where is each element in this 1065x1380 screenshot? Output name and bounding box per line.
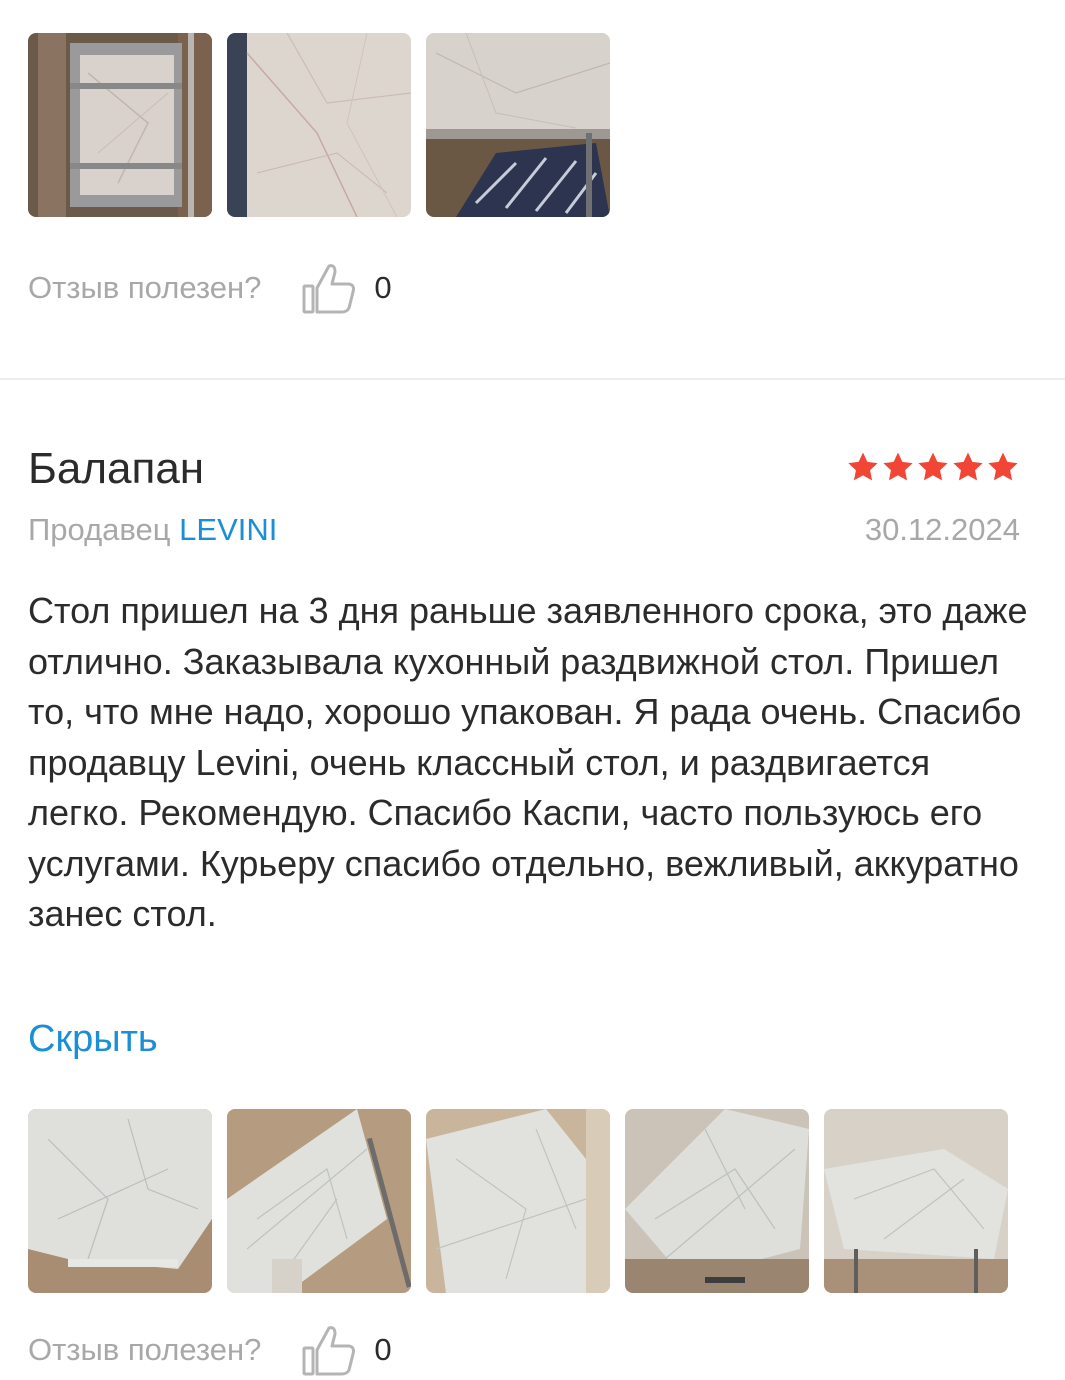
seller-link[interactable]: LEVINI xyxy=(179,512,277,547)
review-photo-thumbnail[interactable] xyxy=(227,33,411,217)
helpful-label: Отзыв полезен? xyxy=(28,1332,262,1367)
review-author: Балапан xyxy=(28,444,205,493)
review-photos xyxy=(28,1109,1008,1293)
prev-review-photos xyxy=(28,33,610,217)
helpful-prompt-prev: Отзыв полезен? 0 xyxy=(28,258,392,318)
review-photo-thumbnail[interactable] xyxy=(824,1109,1008,1293)
star-icon xyxy=(953,452,983,481)
seller-prefix: Продавец xyxy=(28,512,171,547)
star-icon xyxy=(848,452,878,481)
helpful-count: 0 xyxy=(374,270,392,305)
hide-review-button[interactable]: Скрыть xyxy=(28,1018,158,1061)
review-photo-thumbnail[interactable] xyxy=(227,1109,411,1293)
review-divider xyxy=(0,378,1065,380)
review-photo-thumbnail[interactable] xyxy=(28,33,212,217)
star-icon xyxy=(988,452,1018,481)
star-icon xyxy=(918,452,948,481)
helpful-count: 0 xyxy=(374,1332,392,1367)
seller-line: Продавец LEVINI xyxy=(28,512,277,548)
thumbs-up-icon[interactable] xyxy=(299,1320,359,1380)
review-photo-thumbnail[interactable] xyxy=(28,1109,212,1293)
review-photo-thumbnail[interactable] xyxy=(426,1109,610,1293)
star-icon xyxy=(883,452,913,481)
thumbs-up-icon[interactable] xyxy=(299,258,359,318)
review-text: Стол пришел на 3 дня раньше заявленного … xyxy=(28,590,1028,934)
rating-stars xyxy=(846,450,1020,484)
review-date: 30.12.2024 xyxy=(864,512,1020,547)
helpful-prompt: Отзыв полезен? 0 xyxy=(28,1320,392,1380)
review-photo-thumbnail[interactable] xyxy=(426,33,610,217)
helpful-label: Отзыв полезен? xyxy=(28,270,262,305)
review-photo-thumbnail[interactable] xyxy=(625,1109,809,1293)
